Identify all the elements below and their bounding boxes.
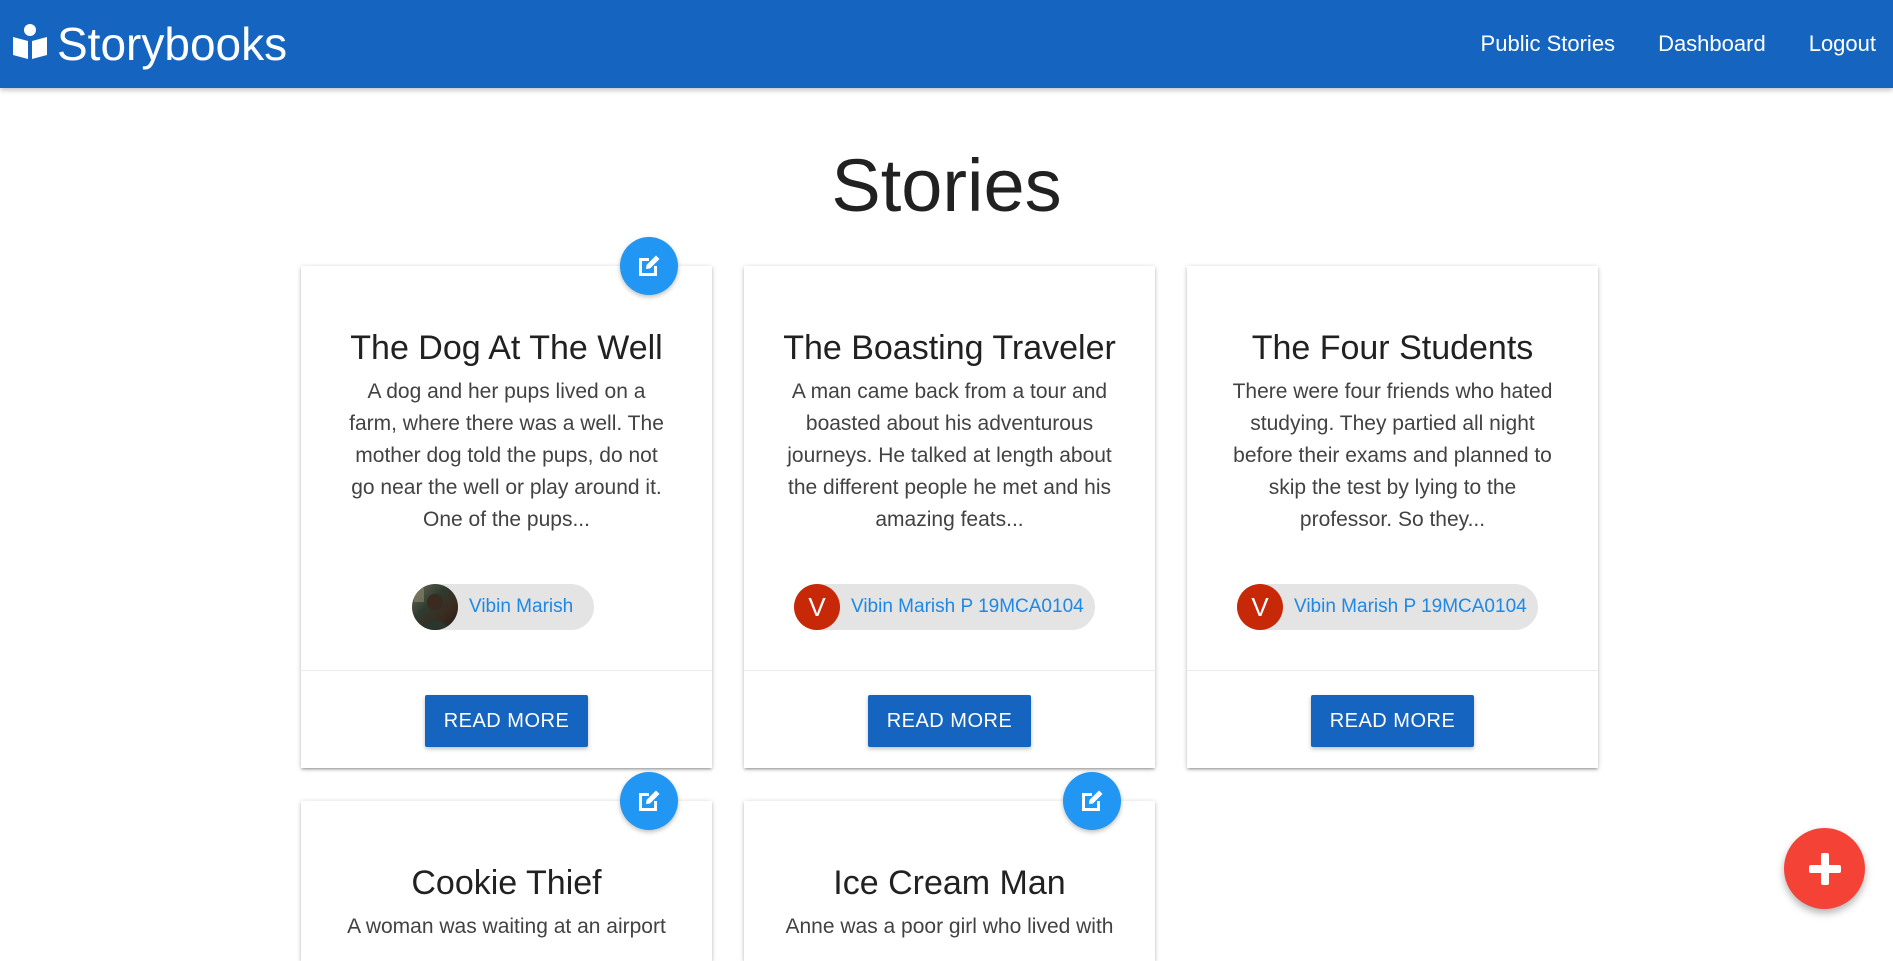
story-excerpt: A dog and her pups lived on a farm, wher… [349,380,664,531]
story-excerpt: A woman was waiting at an airport [347,915,666,938]
plus-icon [1808,852,1841,885]
story-excerpt: There were four friends who hated studyi… [1232,380,1553,531]
read-more-button[interactable]: READ MORE [425,695,588,747]
card-divider [301,670,712,671]
page-title: Stories [831,144,1062,227]
add-story-button[interactable] [1784,828,1865,909]
read-more-button[interactable]: READ MORE [1311,695,1474,747]
card-divider [744,670,1155,671]
edit-story-button[interactable] [620,237,678,295]
story-excerpt: A man came back from a tour and boasted … [787,380,1112,531]
edit-icon [639,255,660,276]
edit-story-button[interactable] [620,772,678,830]
nav-link-dashboard[interactable]: Dashboard [1658,31,1766,57]
book-reader-icon [11,23,49,66]
author-name[interactable]: Vibin Marish P 19MCA0104 [1294,596,1527,618]
author-avatar [412,584,458,630]
story-card: The Boasting Traveler A man came back fr… [744,266,1155,768]
nav-link-logout[interactable]: Logout [1809,31,1876,57]
story-title[interactable]: The Four Students [1187,326,1598,370]
story-card: The Dog At The Well A dog and her pups l… [301,237,712,768]
edit-story-button[interactable] [1063,772,1121,830]
story-card: Ice Cream Man Anne was a poor girl who l… [744,772,1155,961]
edit-icon [1082,790,1103,811]
author-name[interactable]: Vibin Marish [469,596,573,618]
author-name[interactable]: Vibin Marish P 19MCA0104 [851,596,1084,618]
edit-icon [639,790,660,811]
story-title[interactable]: Ice Cream Man [744,861,1155,905]
story-title[interactable]: Cookie Thief [301,861,712,905]
story-title[interactable]: The Dog At The Well [301,326,712,370]
story-title[interactable]: The Boasting Traveler [744,326,1155,370]
story-excerpt: Anne was a poor girl who lived with [785,915,1114,938]
author-chip[interactable]: V Vibin Marish P 19MCA0104 [794,584,1095,630]
story-card: Cookie Thief A woman was waiting at an a… [301,772,712,961]
author-avatar: V [794,584,840,630]
nav-links: Public Stories Dashboard Logout [1481,0,1876,88]
brand-name[interactable]: Storybooks [57,14,287,74]
story-card: The Four Students There were four friend… [1187,266,1598,768]
card-divider [1187,670,1598,671]
author-chip[interactable]: Vibin Marish [412,584,594,630]
brand-logo[interactable]: Storybooks [11,14,287,74]
read-more-button[interactable]: READ MORE [868,695,1031,747]
author-avatar: V [1237,584,1283,630]
navbar: Storybooks Public Stories Dashboard Logo… [0,0,1893,88]
nav-link-public-stories[interactable]: Public Stories [1481,31,1616,57]
author-chip[interactable]: V Vibin Marish P 19MCA0104 [1237,584,1538,630]
